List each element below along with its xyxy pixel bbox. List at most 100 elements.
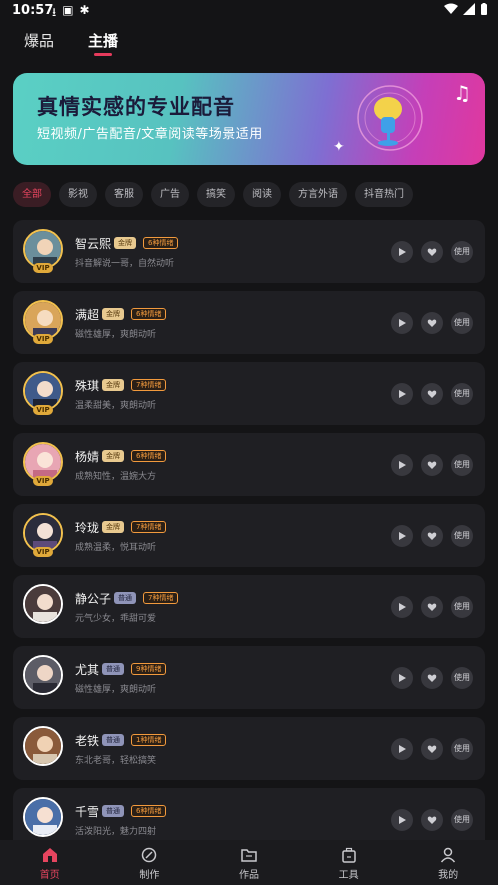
user-icon (441, 847, 456, 863)
tier-badge: 金牌 (102, 379, 124, 391)
anchor-description: 磁性雄厚，爽朗动听 (75, 685, 157, 695)
emotion-badge: 7种情绪 (131, 521, 167, 533)
anchor-card[interactable]: VIP 殊琪 金牌 7种情绪 温柔甜美，爽朗动听 使用 (13, 362, 485, 425)
emotion-badge: 9种情绪 (131, 663, 167, 675)
filter-all[interactable]: 全部 (13, 182, 51, 207)
play-icon (399, 319, 406, 327)
play-button[interactable] (391, 809, 413, 831)
anchor-description: 东北老哥，轻松搞笑 (75, 756, 157, 766)
play-button[interactable] (391, 596, 413, 618)
category-filters: 全部 影视 客服 广告 搞笑 阅读 方言外语 抖音热门 (13, 182, 413, 207)
nav-tools[interactable]: 工具 (299, 840, 399, 885)
avatar (23, 655, 63, 695)
anchor-card[interactable]: 老铁 普通 1种情绪 东北老哥，轻松搞笑 使用 (13, 717, 485, 780)
anchor-card[interactable]: VIP 杨婧 金牌 6种情绪 成熟知性，温婉大方 使用 (13, 433, 485, 496)
filter-dialect[interactable]: 方言外语 (289, 182, 347, 207)
vip-badge: VIP (33, 405, 53, 415)
top-tabs: 爆品 主播 (24, 28, 118, 62)
tier-badge: 金牌 (102, 450, 124, 462)
filter-funny[interactable]: 搞笑 (197, 182, 235, 207)
heart-icon (427, 532, 437, 540)
anchor-card[interactable]: 尤其 普通 9种情绪 磁性雄厚，爽朗动听 使用 (13, 646, 485, 709)
use-button[interactable]: 使用 (451, 525, 473, 547)
anchor-name: 尤其 (75, 663, 100, 677)
avatar (23, 726, 63, 766)
nav-create[interactable]: 制作 (100, 840, 200, 885)
battery-icon (481, 3, 487, 15)
tab-anchors[interactable]: 主播 (88, 28, 118, 62)
filter-film[interactable]: 影视 (59, 182, 97, 207)
create-icon (142, 847, 157, 863)
filter-ads[interactable]: 广告 (151, 182, 189, 207)
play-button[interactable] (391, 383, 413, 405)
use-button[interactable]: 使用 (451, 241, 473, 263)
use-button[interactable]: 使用 (451, 312, 473, 334)
play-icon (399, 674, 406, 682)
play-icon (399, 603, 406, 611)
anchor-description: 磁性雄厚，爽朗动听 (75, 330, 157, 340)
favorite-button[interactable] (421, 241, 443, 263)
anchor-name: 玲珑 (75, 521, 100, 535)
play-icon (399, 248, 406, 256)
anchor-name: 智云熙 (75, 237, 112, 251)
play-icon (399, 461, 406, 469)
avatar (23, 797, 63, 837)
status-bar: 10:57 ⭳ ▣ ✱ (0, 0, 498, 22)
filter-reading[interactable]: 阅读 (243, 182, 281, 207)
emotion-badge: 7种情绪 (143, 592, 179, 604)
filter-customer-service[interactable]: 客服 (105, 182, 143, 207)
music-note-icon: ♫ (453, 81, 471, 105)
anchor-description: 元气少女，乖甜可爱 (75, 614, 157, 624)
anchor-name: 老铁 (75, 734, 100, 748)
nav-profile[interactable]: 我的 (398, 840, 498, 885)
use-button[interactable]: 使用 (451, 738, 473, 760)
emotion-badge: 6种情绪 (131, 450, 167, 462)
heart-icon (427, 603, 437, 611)
play-button[interactable] (391, 454, 413, 476)
play-icon (399, 390, 406, 398)
favorite-button[interactable] (421, 454, 443, 476)
anchor-card[interactable]: 静公子 普通 7种情绪 元气少女，乖甜可爱 使用 (13, 575, 485, 638)
heart-icon (427, 319, 437, 327)
play-button[interactable] (391, 525, 413, 547)
tab-active-indicator (94, 53, 113, 56)
play-button[interactable] (391, 738, 413, 760)
status-time: 10:57 (12, 3, 54, 18)
banner-title: 真情实感的专业配音 (37, 95, 235, 119)
folder-icon (241, 849, 257, 862)
anchor-description: 温柔甜美，爽朗动听 (75, 401, 157, 411)
favorite-button[interactable] (421, 738, 443, 760)
nav-works[interactable]: 作品 (199, 840, 299, 885)
anchor-name: 静公子 (75, 592, 112, 606)
nav-home[interactable]: 首页 (0, 840, 100, 885)
play-button[interactable] (391, 241, 413, 263)
notification-a-icon: ▣ (62, 3, 74, 17)
favorite-button[interactable] (421, 809, 443, 831)
anchor-description: 活泼阳光，魅力四射 (75, 827, 157, 837)
favorite-button[interactable] (421, 312, 443, 334)
use-button[interactable]: 使用 (451, 667, 473, 689)
use-button[interactable]: 使用 (451, 596, 473, 618)
emotion-badge: 1种情绪 (131, 734, 167, 746)
use-button[interactable]: 使用 (451, 383, 473, 405)
play-button[interactable] (391, 667, 413, 689)
tier-badge: 普通 (102, 663, 124, 675)
tier-badge: 普通 (102, 734, 124, 746)
anchor-card[interactable]: VIP 智云熙 金牌 6种情绪 抖音解说一哥，自然动听 使用 (13, 220, 485, 283)
anchor-card[interactable]: VIP 玲珑 金牌 7种情绪 成熟温柔，悦耳动听 使用 (13, 504, 485, 567)
promo-banner[interactable]: 真情实感的专业配音 短视频/广告配音/文章阅读等场景适用 ♫ ✦ (13, 73, 485, 165)
play-button[interactable] (391, 312, 413, 334)
tab-hot-products[interactable]: 爆品 (24, 28, 54, 62)
anchor-card[interactable]: VIP 满超 金牌 6种情绪 磁性雄厚，爽朗动听 使用 (13, 291, 485, 354)
filter-douyin-hot[interactable]: 抖音热门 (355, 182, 413, 207)
play-icon (399, 745, 406, 753)
tier-badge: 普通 (114, 592, 136, 604)
favorite-button[interactable] (421, 525, 443, 547)
use-button[interactable]: 使用 (451, 454, 473, 476)
heart-icon (427, 816, 437, 824)
anchor-name: 千雪 (75, 805, 100, 819)
favorite-button[interactable] (421, 596, 443, 618)
use-button[interactable]: 使用 (451, 809, 473, 831)
favorite-button[interactable] (421, 667, 443, 689)
favorite-button[interactable] (421, 383, 443, 405)
